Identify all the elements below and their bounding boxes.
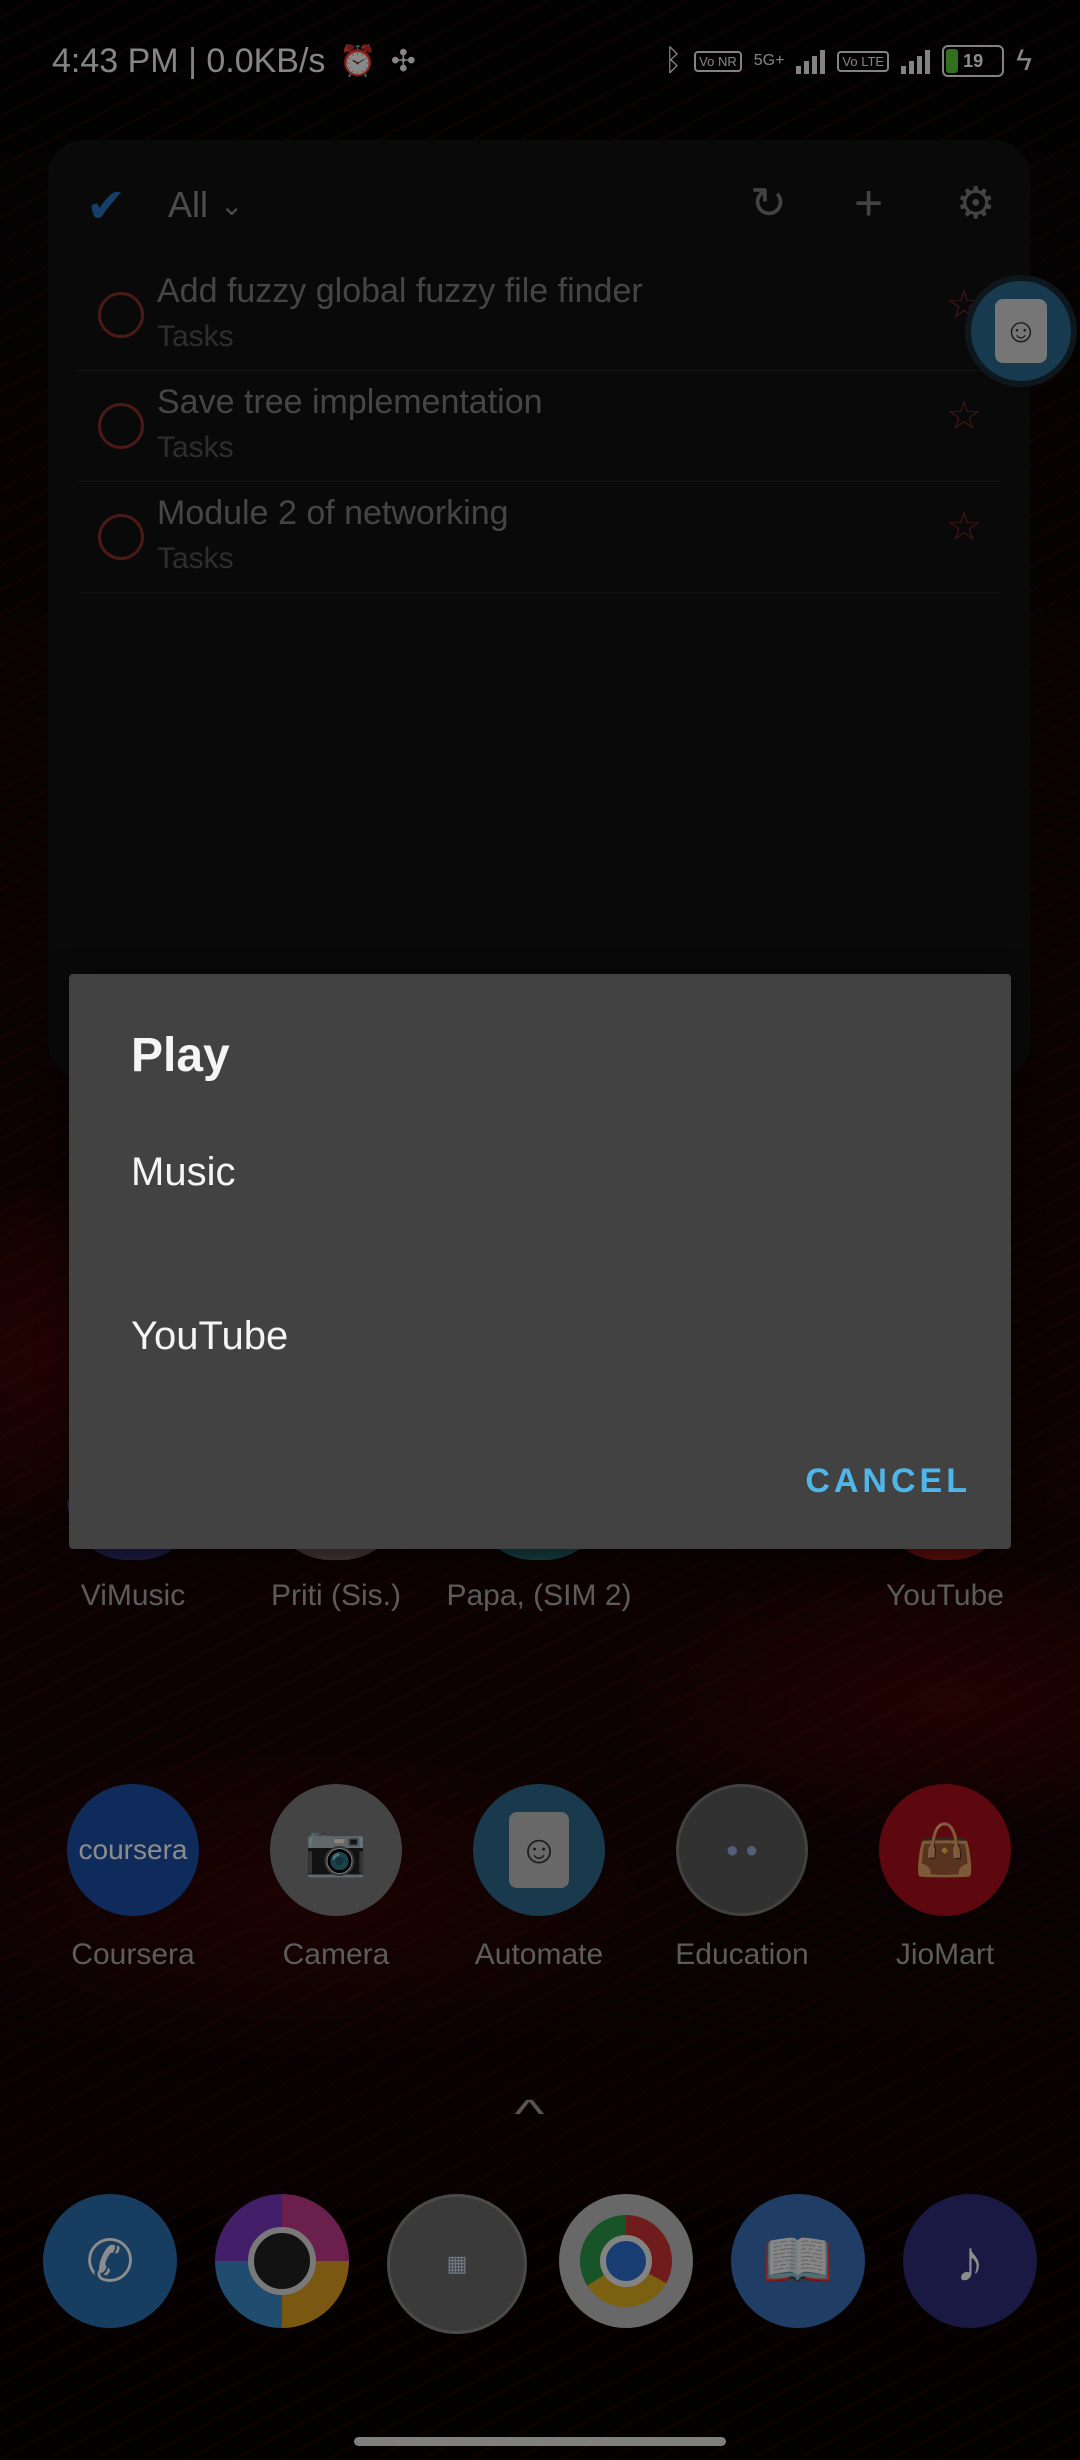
cancel-button[interactable]: CANCEL: [805, 1462, 971, 1501]
option-youtube-label: YouTube: [131, 1313, 289, 1358]
play-chooser-dialog: Play Music YouTube CANCEL: [69, 974, 1011, 1549]
dialog-title: Play: [131, 1029, 230, 1082]
option-music[interactable]: Music: [69, 1112, 1011, 1232]
option-music-label: Music: [131, 1149, 236, 1194]
option-youtube[interactable]: YouTube: [69, 1276, 1011, 1396]
